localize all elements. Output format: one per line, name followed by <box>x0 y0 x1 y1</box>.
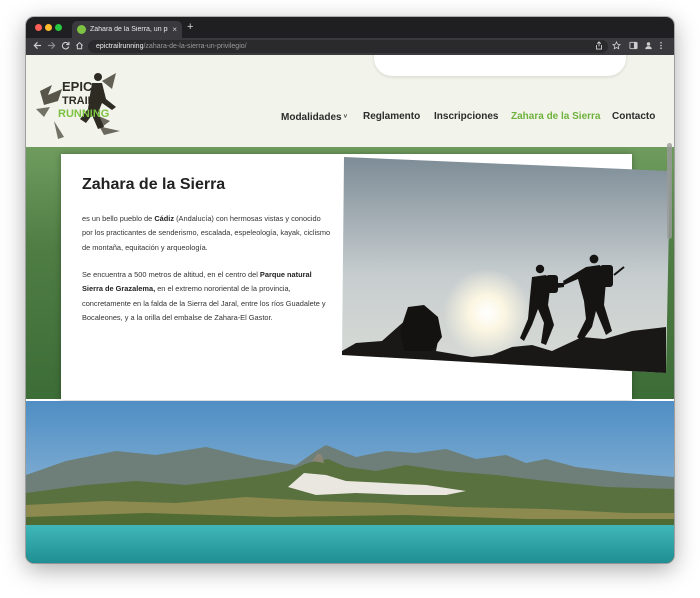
page-scrollbar[interactable] <box>667 143 672 239</box>
reload-icon[interactable] <box>61 41 70 53</box>
browser-window: Zahara de la Sierra, un privilegio × + e… <box>26 17 674 563</box>
share-icon[interactable] <box>595 41 603 53</box>
logo-text-trail: TRAIL <box>62 95 95 107</box>
nav-item-label: Modalidades <box>281 112 342 123</box>
menu-dots-icon[interactable] <box>659 41 663 53</box>
close-window-button[interactable] <box>35 24 42 31</box>
url-path: /zahara-de-la-sierra-un-privilegio/ <box>143 43 247 50</box>
home-icon[interactable] <box>75 41 84 53</box>
new-tab-button[interactable]: + <box>187 21 193 34</box>
site-favicon-icon <box>77 25 86 34</box>
nav-item-inscripciones[interactable]: Inscripciones <box>434 111 498 123</box>
header-search-pill[interactable] <box>374 55 626 76</box>
page-title: Zahara de la Sierra <box>82 176 226 193</box>
intro-paragraph: es un bello pueblo de Cádiz (Andalucía) … <box>82 214 331 252</box>
nav-item-zahara-de-la-sierra[interactable]: Zahara de la Sierra <box>511 111 601 123</box>
nav-item-contacto[interactable]: Contacto <box>612 111 655 123</box>
forward-arrow-icon[interactable] <box>47 41 56 53</box>
maximize-window-button[interactable] <box>55 24 62 31</box>
browser-tab-active[interactable]: Zahara de la Sierra, un privilegio × <box>72 21 182 38</box>
back-arrow-icon[interactable] <box>33 41 42 53</box>
zahara-panorama-photo <box>26 401 674 563</box>
nav-item-reglamento[interactable]: Reglamento <box>363 111 420 123</box>
site-header: EPIC TRAIL RUNNING Modalidades ˅ Reglamen… <box>26 55 674 147</box>
logo-text-epic: EPIC <box>62 79 93 94</box>
tab-close-icon[interactable]: × <box>172 25 177 34</box>
address-bar[interactable]: epictrailrunning/zahara-de-la-sierra-un-… <box>88 40 608 53</box>
sidebar-icon[interactable] <box>629 41 638 53</box>
url-host: epictrailrunning <box>96 43 144 50</box>
bookmark-star-icon[interactable] <box>611 40 622 53</box>
logo-text-running: RUNNING <box>58 108 109 120</box>
nav-item-modalidades[interactable]: Modalidades ˅ <box>281 111 347 124</box>
profile-icon[interactable] <box>644 41 653 53</box>
chevron-down-icon: ˅ <box>343 114 348 120</box>
page-viewport: EPIC TRAIL RUNNING Modalidades ˅ Reglamen… <box>26 55 674 563</box>
browser-tab-bar: Zahara de la Sierra, un privilegio × + <box>26 17 674 38</box>
tab-title: Zahara de la Sierra, un privilegio <box>90 26 168 33</box>
hikers-photo <box>342 157 670 373</box>
minimize-window-button[interactable] <box>45 24 52 31</box>
browser-toolbar: epictrailrunning/zahara-de-la-sierra-un-… <box>26 38 674 55</box>
epic-trail-running-logo[interactable]: EPIC TRAIL RUNNING <box>32 61 128 143</box>
location-paragraph: Se encuentra a 500 metros de altitud, en… <box>82 270 326 322</box>
